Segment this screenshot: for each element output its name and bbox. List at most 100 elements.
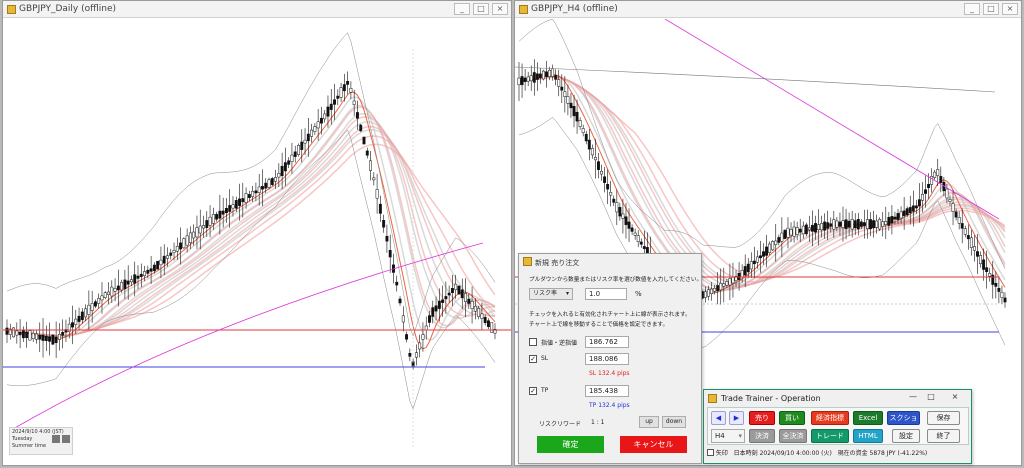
candle-body	[719, 282, 723, 291]
trainer-minimize-button[interactable]: —	[906, 392, 920, 404]
info-settings-icon[interactable]	[62, 435, 70, 443]
candle-body	[557, 79, 561, 87]
candle-body	[169, 252, 173, 256]
sell-button[interactable]: 売り	[749, 411, 775, 425]
price-down-button[interactable]: down	[662, 416, 686, 428]
risk-value-input[interactable]: 1.0	[585, 288, 627, 300]
trainer-button-panel: ◀ ▶ 売り 買い 経済指標 Excel スクショ 保存 H4 ▾ 決済 全決済…	[707, 407, 969, 445]
candle-body	[146, 269, 150, 274]
daily-chart-window[interactable]: GBPJPY_Daily (offline) _ □ × 2024/9/10 4…	[2, 0, 512, 466]
cancel-button[interactable]: キャンセル	[620, 436, 687, 453]
close-button[interactable]: ×	[492, 3, 508, 15]
candle-body	[116, 285, 120, 291]
candle-body	[31, 332, 35, 340]
candle-body	[333, 99, 336, 105]
minimize-button[interactable]: _	[454, 3, 470, 15]
candle-body	[722, 283, 726, 287]
risk-mode-select[interactable]: リスク率 ▾	[529, 288, 573, 300]
next-bar-button[interactable]: ▶	[729, 411, 744, 425]
sl-checkbox[interactable]: ✓	[529, 355, 537, 363]
desktop: GBPJPY_Daily (offline) _ □ × 2024/9/10 4…	[0, 0, 1024, 468]
screenshot-button[interactable]: スクショ	[887, 411, 920, 425]
pink-moving-average-line	[6, 125, 496, 337]
candle-body	[35, 333, 38, 340]
candle-body	[156, 260, 160, 270]
limit-price-input[interactable]: 186.762	[585, 336, 629, 348]
settle-button[interactable]: 決済	[749, 429, 775, 443]
tp-price-input[interactable]: 185.438	[585, 385, 629, 397]
trainer-maximize-button[interactable]: □	[924, 392, 938, 404]
limit-checkbox[interactable]	[529, 338, 537, 346]
candle-body	[551, 68, 555, 77]
candle-body	[303, 139, 307, 144]
candle-body	[18, 332, 22, 336]
info-line-summer: Summer time	[12, 443, 47, 449]
candle-body	[172, 250, 176, 253]
settle-all-button[interactable]: 全決済	[779, 429, 807, 443]
economic-indicators-button[interactable]: 経済指標	[811, 411, 849, 425]
candle-body	[323, 113, 327, 120]
chevron-down-icon: ▾	[738, 432, 742, 440]
save-button[interactable]: 保存	[927, 411, 960, 425]
h4-chart-title: GBPJPY_H4 (offline)	[531, 4, 618, 14]
timeframe-select[interactable]: H4 ▾	[711, 429, 745, 443]
candle-body	[737, 272, 741, 280]
trade-button[interactable]: トレード	[811, 429, 849, 443]
candle-body	[431, 307, 435, 317]
candle-body	[378, 203, 382, 214]
trade-trainer-window[interactable]: Trade Trainer - Operation — □ × ◀ ▶ 売り 買…	[703, 389, 972, 464]
candle-body	[911, 205, 915, 212]
maximize-button[interactable]: □	[983, 3, 999, 15]
time-value: 2024/09/10 4:00:00 (火)	[759, 450, 832, 457]
excel-button[interactable]: Excel	[853, 411, 883, 425]
chevron-down-icon: ▾	[565, 290, 569, 297]
candle-body	[566, 96, 570, 104]
candle-body	[41, 334, 45, 341]
candle-body	[434, 305, 438, 312]
candle-body	[80, 311, 84, 321]
candle-body	[523, 77, 527, 82]
long-term-average-line	[515, 66, 996, 93]
sell-order-dialog[interactable]: 新規 売り注文 プルダウンから数量またはリスク率を選び数値を入力してください。 …	[518, 253, 702, 464]
daily-chart-titlebar[interactable]: GBPJPY_Daily (offline) _ □ ×	[3, 1, 511, 18]
candle-body	[483, 316, 487, 324]
candle-body	[382, 220, 386, 228]
sl-price-input[interactable]: 188.086	[585, 353, 629, 365]
candle-body	[615, 202, 619, 213]
candle-body	[979, 255, 982, 265]
candle-body	[44, 335, 48, 341]
candle-body	[869, 219, 872, 230]
candle-body	[517, 77, 521, 86]
candle-body	[835, 220, 839, 228]
chart-window-icon	[7, 5, 16, 14]
arrow-checkbox[interactable]	[707, 449, 714, 456]
close-button[interactable]: ×	[1002, 3, 1018, 15]
candle-body	[807, 227, 811, 231]
html-button[interactable]: HTML	[853, 429, 883, 443]
settings-button[interactable]: 設定	[892, 429, 920, 443]
quit-button[interactable]: 終了	[927, 429, 960, 443]
minimize-button[interactable]: _	[964, 3, 980, 15]
prev-bar-button[interactable]: ◀	[711, 411, 726, 425]
candle-body	[74, 318, 78, 325]
h4-chart-titlebar[interactable]: GBPJPY_H4 (offline) _ □ ×	[515, 1, 1021, 18]
trainer-close-button[interactable]: ×	[948, 392, 962, 404]
daily-price-chart[interactable]	[3, 19, 511, 465]
candle-body	[627, 221, 631, 229]
buy-button[interactable]: 買い	[779, 411, 805, 425]
candle-body	[728, 278, 732, 286]
candle-body	[300, 141, 304, 150]
confirm-button[interactable]: 確定	[537, 436, 604, 453]
maximize-button[interactable]: □	[473, 3, 489, 15]
pink-moving-average-line	[6, 106, 496, 338]
order-dialog-title: 新規 売り注文	[535, 259, 580, 267]
candle-body	[850, 219, 854, 230]
candle-body	[355, 112, 359, 119]
price-up-button[interactable]: up	[639, 416, 659, 428]
info-camera-icon[interactable]	[52, 435, 60, 443]
candle-body	[777, 237, 781, 243]
candle-body	[914, 205, 918, 209]
chart-window-icon	[519, 5, 528, 14]
tp-checkbox[interactable]: ✓	[529, 387, 537, 395]
candle-body	[542, 70, 545, 80]
